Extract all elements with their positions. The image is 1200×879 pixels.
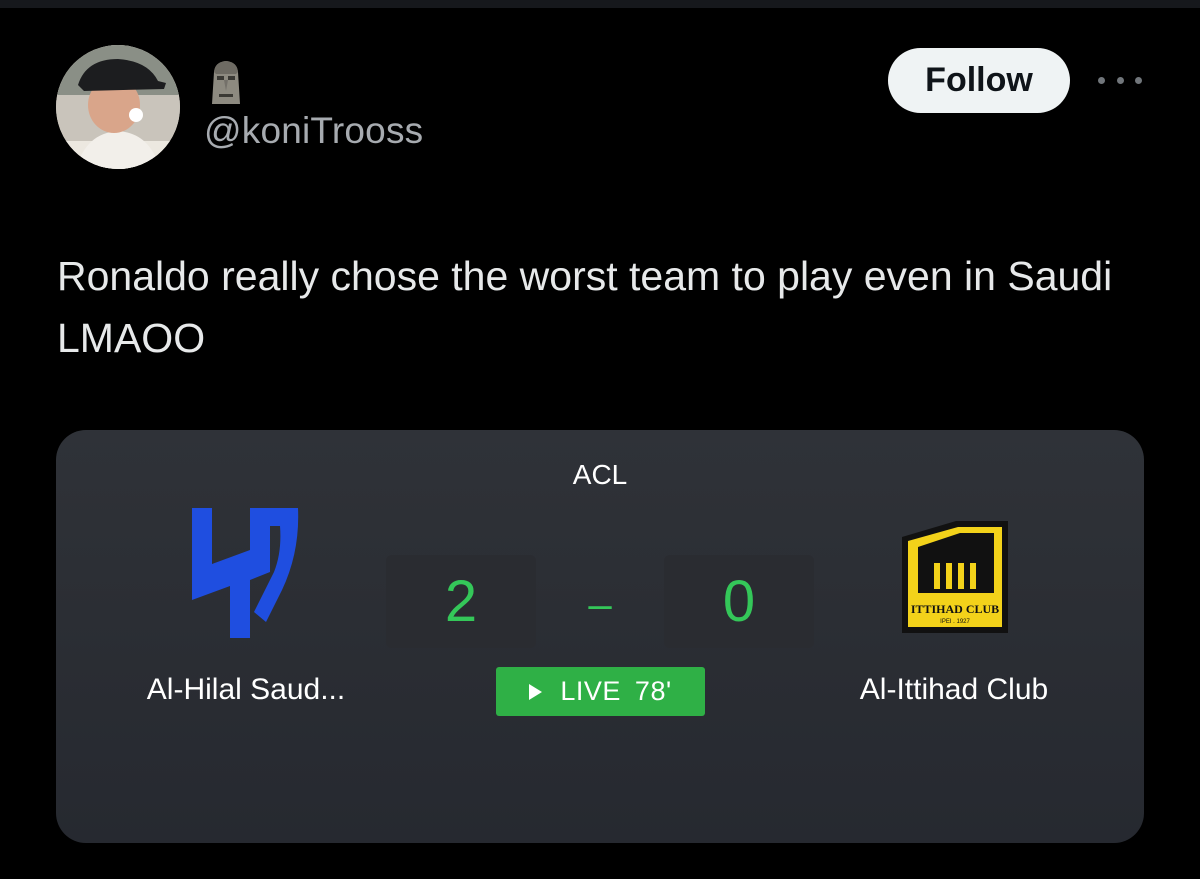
- svg-text:IPEI . 1927: IPEI . 1927: [940, 619, 970, 625]
- top-divider: [0, 0, 1200, 8]
- more-dot: [1098, 76, 1105, 84]
- match-minute: 78': [634, 676, 672, 706]
- more-dot: [1135, 76, 1142, 84]
- more-options-icon[interactable]: [1098, 66, 1142, 94]
- more-dot: [1116, 76, 1124, 84]
- tweet-text: Ronaldo really chose the worst team to p…: [57, 253, 1113, 361]
- live-label: LIVE: [560, 676, 621, 706]
- competition-label: ACL: [572, 459, 628, 490]
- al-hilal-logo-icon: [186, 502, 304, 642]
- user-handle[interactable]: @koniTrooss: [204, 110, 423, 152]
- away-score: 0: [664, 555, 814, 648]
- home-team-name: Al-Hilal Saud...: [146, 673, 346, 706]
- play-icon: [529, 683, 543, 700]
- match-card[interactable]: ACL 2 – 0 ITTIHAD CLUB IPEI . 1927 Al-Hi…: [56, 430, 1144, 843]
- svg-text:ITTIHAD CLUB: ITTIHAD CLUB: [911, 602, 999, 616]
- away-team-name: Al-Ittihad Club: [859, 673, 1049, 706]
- score-separator: –: [588, 580, 612, 627]
- home-score: 2: [386, 555, 536, 648]
- avatar[interactable]: [56, 45, 180, 169]
- moai-emoji-icon: [212, 61, 240, 104]
- user-display-name[interactable]: [206, 58, 246, 106]
- al-ittihad-logo-icon: ITTIHAD CLUB IPEI . 1927: [898, 517, 1012, 637]
- follow-button[interactable]: Follow: [888, 48, 1070, 113]
- live-status-badge[interactable]: LIVE 78': [496, 667, 705, 716]
